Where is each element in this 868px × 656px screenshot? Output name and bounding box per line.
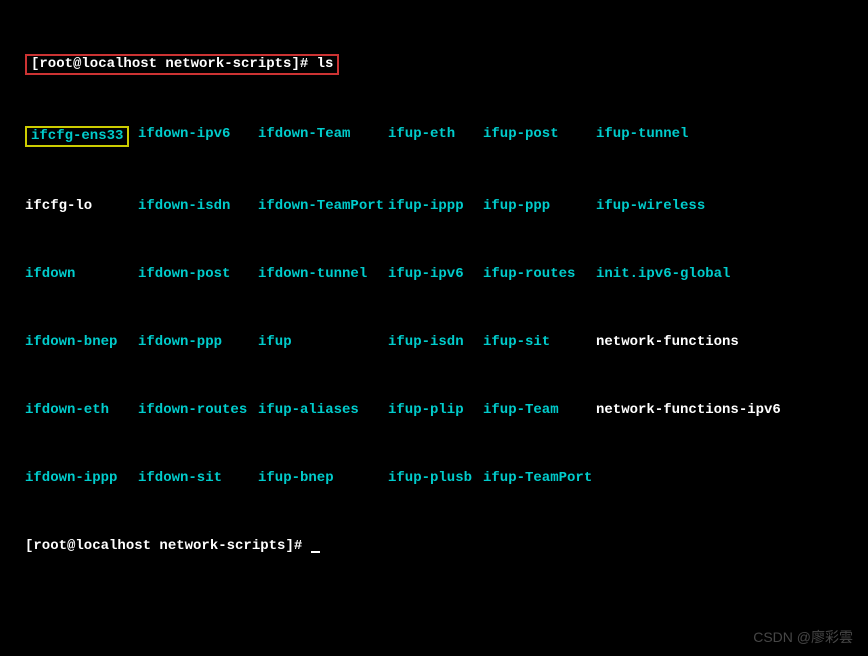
- file-item: ifdown-post: [138, 266, 258, 283]
- file-highlighted: ifcfg-ens33: [25, 126, 129, 147]
- watermark: CSDN @廖彩雲: [753, 629, 853, 646]
- file-item: ifup-tunnel: [596, 126, 796, 147]
- file-item: ifup-TeamPort: [483, 470, 596, 487]
- file-item: ifup-Team: [483, 402, 596, 419]
- terminal[interactable]: [root@localhost network-scripts]# ls ifc…: [0, 0, 868, 592]
- file-item: ifup-post: [483, 126, 596, 147]
- ls-output-row: ifdown-bnep ifdown-ppp ifup ifup-isdn if…: [25, 334, 843, 351]
- file-item: ifup-plip: [388, 402, 483, 419]
- file-item: network-functions: [596, 334, 796, 351]
- prompt-line-2: [root@localhost network-scripts]#: [25, 538, 843, 555]
- file-item: ifdown: [25, 266, 138, 283]
- file-item: ifdown-eth: [25, 402, 138, 419]
- file-item: ifdown-TeamPort: [258, 198, 388, 215]
- file-item: ifdown-sit: [138, 470, 258, 487]
- file-item: ifup-ppp: [483, 198, 596, 215]
- file-item: ifdown-routes: [138, 402, 258, 419]
- file-item: ifup-ipv6: [388, 266, 483, 283]
- file-item: ifup-wireless: [596, 198, 796, 215]
- ls-output-row: ifdown-ippp ifdown-sit ifup-bnep ifup-pl…: [25, 470, 843, 487]
- ls-output-row: ifdown ifdown-post ifdown-tunnel ifup-ip…: [25, 266, 843, 283]
- file-item: ifcfg-lo: [25, 198, 138, 215]
- prompt-highlight-red: [root@localhost network-scripts]# ls: [25, 54, 339, 75]
- file-item: ifdown-tunnel: [258, 266, 388, 283]
- file-item: ifup-sit: [483, 334, 596, 351]
- prompt-line-1: [root@localhost network-scripts]# ls: [25, 54, 843, 75]
- file-item: ifdown-ippp: [25, 470, 138, 487]
- ls-output-row: ifdown-eth ifdown-routes ifup-aliases if…: [25, 402, 843, 419]
- file-item: init.ipv6-global: [596, 266, 796, 283]
- file-item: [596, 470, 796, 487]
- file-item: ifdown-ipv6: [138, 126, 258, 147]
- file-item: ifup-eth: [388, 126, 483, 147]
- file-item: ifdown-Team: [258, 126, 388, 147]
- file-item: network-functions-ipv6: [596, 402, 796, 419]
- file-item: ifup: [258, 334, 388, 351]
- file-item: ifup-routes: [483, 266, 596, 283]
- cursor-icon: [311, 551, 320, 553]
- ls-output-row: ifcfg-lo ifdown-isdn ifdown-TeamPort ifu…: [25, 198, 843, 215]
- file-item: ifup-plusb: [388, 470, 483, 487]
- file-item: ifdown-ppp: [138, 334, 258, 351]
- file-item: ifdown-isdn: [138, 198, 258, 215]
- file-item: ifdown-bnep: [25, 334, 138, 351]
- file-item: ifup-isdn: [388, 334, 483, 351]
- file-item: ifup-aliases: [258, 402, 388, 419]
- file-item: ifup-bnep: [258, 470, 388, 487]
- file-item: ifup-ippp: [388, 198, 483, 215]
- ls-output-row: ifcfg-ens33 ifdown-ipv6 ifdown-Team ifup…: [25, 126, 843, 147]
